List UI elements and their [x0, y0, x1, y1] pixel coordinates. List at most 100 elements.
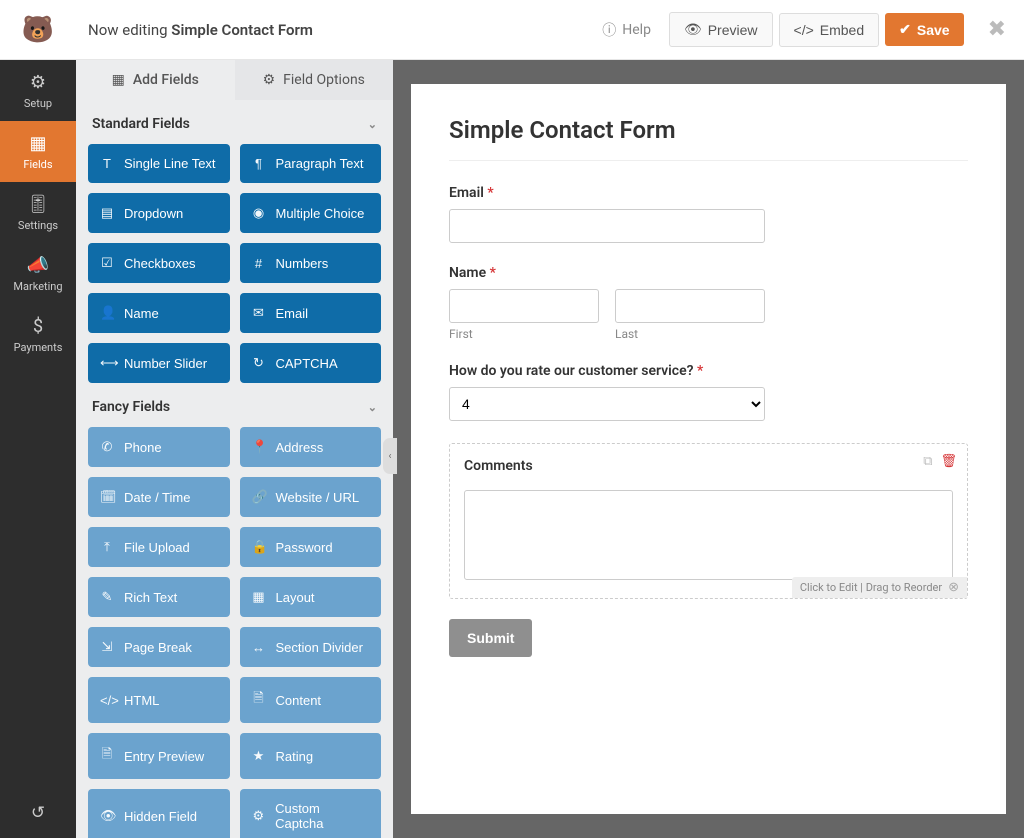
field-button-layout[interactable]: ▦ Layout — [240, 577, 382, 617]
field-label: Rating — [276, 749, 314, 764]
email-input[interactable] — [449, 209, 765, 243]
field-icon: ◉ — [252, 205, 266, 221]
field-button-page-break[interactable]: ⇲Page Break — [88, 627, 230, 667]
first-name-input[interactable] — [449, 289, 599, 323]
form-icon: ▦ — [29, 133, 46, 154]
group-header-fancy[interactable]: Fancy Fields ⌄ — [88, 383, 381, 427]
chevron-left-icon: ‹ — [388, 451, 391, 462]
field-button-website-url[interactable]: 🔗Website / URL — [240, 477, 382, 517]
field-button-numbers[interactable]: #Numbers — [240, 243, 382, 283]
submit-button[interactable]: Submit — [449, 619, 532, 657]
last-name-input[interactable] — [615, 289, 765, 323]
field-button-custom-captcha[interactable]: ⚙Custom Captcha — [240, 789, 382, 838]
field-button-rich-text[interactable]: ✎Rich Text — [88, 577, 230, 617]
field-button-name[interactable]: 👤Name — [88, 293, 230, 333]
panel-tabs: ▦ Add Fields ⚙ Field Options — [76, 60, 393, 100]
field-rating[interactable]: How do you rate our customer service? * … — [449, 363, 968, 421]
sidenav-item-payments[interactable]: $ Payments — [0, 304, 76, 365]
field-label: Multiple Choice — [276, 206, 365, 221]
tab-add-fields[interactable]: ▦ Add Fields — [76, 60, 235, 100]
editing-prefix: Now editing — [88, 21, 171, 39]
sidenav-settings-label: Settings — [18, 219, 58, 232]
email-label: Email * — [449, 185, 968, 201]
close-button[interactable]: ✖ — [988, 17, 1006, 42]
sliders-icon: 🎚 — [27, 194, 50, 215]
field-label: Date / Time — [124, 490, 190, 505]
topbar: 🐻 Now editing Simple Contact Form ⓘ Help… — [0, 0, 1024, 60]
preview-button[interactable]: 👁 Preview — [669, 12, 773, 47]
required-marker: * — [697, 363, 703, 379]
field-button-content[interactable]: 🗎Content — [240, 677, 382, 723]
field-button-phone[interactable]: ✆Phone — [88, 427, 230, 467]
field-button-entry-preview[interactable]: 🗎Entry Preview — [88, 733, 230, 779]
field-button-rating[interactable]: ★Rating — [240, 733, 382, 779]
embed-button[interactable]: </> Embed — [779, 13, 880, 47]
comments-textarea[interactable] — [464, 490, 953, 580]
sidenav-item-setup[interactable]: ⚙ Setup — [0, 60, 76, 121]
add-fields-icon: ▦ — [112, 72, 125, 88]
rating-select[interactable]: 4 — [449, 387, 765, 421]
field-button-single-line-text[interactable]: TSingle Line Text — [88, 144, 230, 183]
trash-icon[interactable]: 🗑 — [940, 454, 957, 469]
field-button-password[interactable]: 🔒Password — [240, 527, 382, 567]
field-button-captcha[interactable]: ↻CAPTCHA — [240, 343, 382, 383]
dismiss-hint-icon[interactable]: ⊗ — [948, 580, 959, 595]
chevron-down-icon: ⌄ — [368, 401, 377, 414]
field-name[interactable]: Name * First Last — [449, 265, 968, 341]
panel-scroll[interactable]: Standard Fields ⌄ TSingle Line Text ¶Para… — [76, 100, 393, 838]
sidenav-history-button[interactable]: ↺ — [0, 788, 76, 838]
field-icon: 🔗 — [252, 489, 266, 505]
field-button-dropdown[interactable]: ▤Dropdown — [88, 193, 230, 233]
help-button[interactable]: ⓘ Help — [602, 20, 651, 40]
field-label: Layout — [276, 590, 315, 605]
preview-area: ‹ Simple Contact Form Email * Name * Fir… — [393, 60, 1024, 838]
save-button[interactable]: ✔ Save — [885, 13, 963, 46]
field-label: Custom Captcha — [275, 801, 369, 831]
field-button-html[interactable]: </>HTML — [88, 677, 230, 723]
field-button-email[interactable]: ✉Email — [240, 293, 382, 333]
duplicate-icon[interactable]: ⧉ — [923, 454, 932, 469]
field-label: Email — [276, 306, 309, 321]
code-icon: </> — [794, 22, 814, 38]
field-button-file-upload[interactable]: ⤒File Upload — [88, 527, 230, 567]
dollar-icon: $ — [33, 316, 43, 337]
field-icon: 👁 — [100, 808, 114, 824]
standard-fields-grid: TSingle Line Text ¶Paragraph Text ▤Dropdow… — [88, 144, 381, 383]
last-sublabel: Last — [615, 327, 765, 341]
field-button-date-time[interactable]: 🗓Date / Time — [88, 477, 230, 517]
sidenav-marketing-label: Marketing — [13, 280, 62, 293]
sidenav-setup-label: Setup — [24, 97, 52, 110]
rating-label: How do you rate our customer service? * — [449, 363, 968, 379]
field-label: File Upload — [124, 540, 190, 555]
field-email[interactable]: Email * — [449, 185, 968, 243]
megaphone-icon: 📣 — [27, 255, 49, 276]
field-icon: ▦ — [252, 589, 266, 605]
field-button-address[interactable]: 📍Address — [240, 427, 382, 467]
editing-label: Now editing Simple Contact Form — [88, 21, 313, 39]
sidenav-item-settings[interactable]: 🎚 Settings — [0, 182, 76, 243]
field-comments[interactable]: ⧉ 🗑 Comments Click to Edit | Drag to Reo… — [449, 443, 968, 599]
embed-label: Embed — [820, 22, 864, 38]
drag-hint: Click to Edit | Drag to Reorder ⊗ — [792, 577, 967, 598]
field-label: Paragraph Text — [276, 156, 364, 171]
field-button-paragraph-text[interactable]: ¶Paragraph Text — [240, 144, 382, 183]
sidenav-item-marketing[interactable]: 📣 Marketing — [0, 243, 76, 304]
field-label: Content — [276, 693, 322, 708]
field-label: Dropdown — [124, 206, 183, 221]
field-button-section-divider[interactable]: ↔Section Divider — [240, 627, 382, 667]
tab-field-options[interactable]: ⚙ Field Options — [235, 60, 394, 100]
save-label: Save — [917, 22, 950, 38]
field-icon: ✆ — [100, 439, 114, 455]
field-button-hidden-field[interactable]: 👁Hidden Field — [88, 789, 230, 838]
field-label: Section Divider — [276, 640, 363, 655]
sidenav-payments-label: Payments — [14, 341, 63, 354]
form-preview: Simple Contact Form Email * Name * First — [411, 84, 1006, 814]
collapse-panel-button[interactable]: ‹ — [383, 438, 397, 474]
field-button-multiple-choice[interactable]: ◉ Multiple Choice — [240, 193, 382, 233]
sidenav-item-fields[interactable]: ▦ Fields — [0, 121, 76, 182]
field-button-checkboxes[interactable]: ☑Checkboxes — [88, 243, 230, 283]
form-title: Simple Contact Form — [449, 116, 968, 161]
group-header-standard[interactable]: Standard Fields ⌄ — [88, 100, 381, 144]
field-icon: </> — [100, 693, 114, 708]
field-button-number-slider[interactable]: ⟷Number Slider — [88, 343, 230, 383]
